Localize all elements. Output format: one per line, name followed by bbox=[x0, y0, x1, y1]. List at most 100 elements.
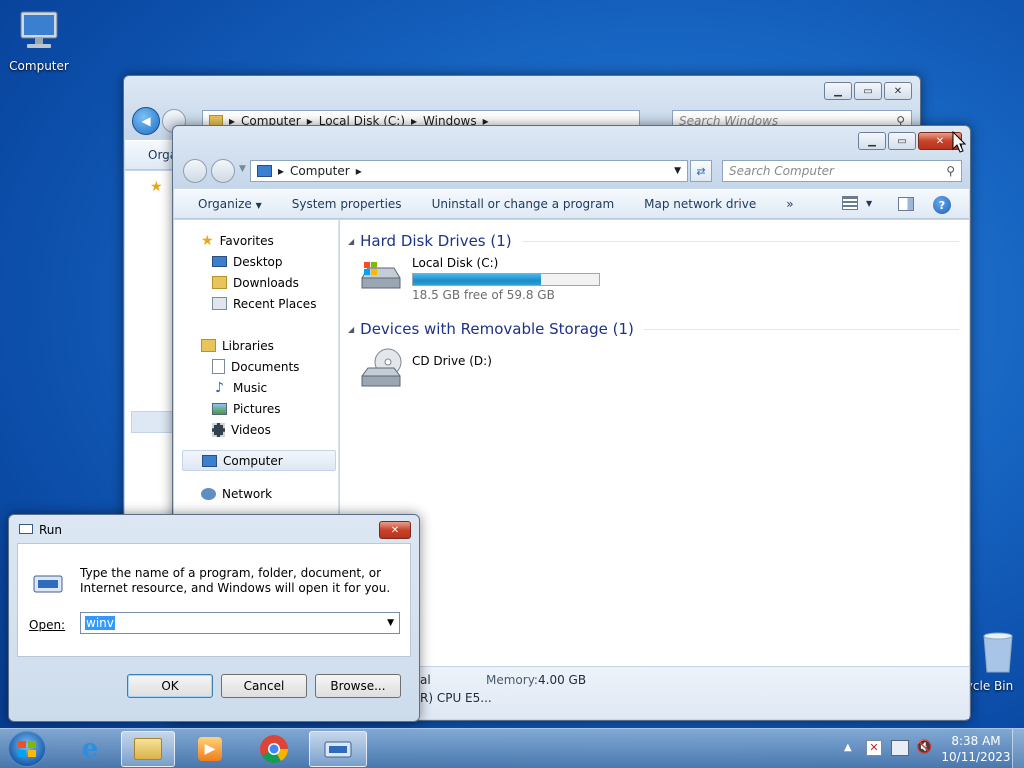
browse-button[interactable]: Browse... bbox=[315, 674, 401, 698]
nav-videos[interactable]: Videos bbox=[174, 419, 338, 440]
desktop-icon-computer[interactable]: Computer bbox=[4, 8, 74, 73]
run-close-button[interactable]: ✕ bbox=[379, 521, 411, 539]
drive-cd-d[interactable]: CD Drive (D:) bbox=[348, 346, 959, 395]
action-center-icon[interactable]: ✕ bbox=[866, 740, 882, 756]
refresh-button[interactable]: ⇄ bbox=[690, 160, 712, 182]
desktop-icon-computer-label: Computer bbox=[9, 59, 69, 73]
hard-drive-icon bbox=[358, 256, 404, 299]
run-description: Type the name of a program, folder, docu… bbox=[80, 566, 391, 595]
local-disk-name: Local Disk (C:) bbox=[412, 256, 499, 270]
run-body: Type the name of a program, folder, docu… bbox=[17, 543, 411, 657]
group-divider bbox=[643, 328, 959, 330]
run-title-icon bbox=[19, 524, 33, 534]
maximize-button[interactable]: ▭ bbox=[888, 132, 916, 150]
map-network-drive-button[interactable]: Map network drive bbox=[629, 197, 771, 211]
views-icon bbox=[842, 196, 858, 210]
uninstall-program-button[interactable]: Uninstall or change a program bbox=[417, 197, 630, 211]
open-combobox[interactable]: winv ▼ bbox=[80, 612, 400, 634]
nav-music[interactable]: ♪ Music bbox=[174, 377, 338, 398]
search-icon: ⚲ bbox=[946, 164, 955, 178]
forward-button[interactable] bbox=[211, 159, 235, 183]
breadcrumb-computer[interactable]: Computer bbox=[290, 164, 350, 178]
computer-icon bbox=[4, 8, 74, 57]
more-commands-button[interactable]: » bbox=[771, 197, 808, 211]
network-status-icon[interactable] bbox=[891, 740, 909, 756]
chrome-icon bbox=[260, 735, 288, 763]
memory-label: Memory: bbox=[486, 673, 538, 687]
ok-button[interactable]: OK bbox=[127, 674, 213, 698]
star-icon: ★ bbox=[150, 179, 163, 195]
clock[interactable]: 8:38 AM 10/11/2023 bbox=[938, 733, 1014, 765]
memory-value: 4.00 GB bbox=[538, 673, 587, 687]
nav-computer-label: Computer bbox=[223, 453, 283, 468]
recent-pages-icon[interactable]: ▼ bbox=[239, 164, 246, 174]
taskbar-run-dialog[interactable] bbox=[309, 731, 367, 767]
libraries-icon bbox=[201, 339, 216, 352]
help-icon: ? bbox=[938, 198, 946, 212]
start-button[interactable] bbox=[8, 731, 46, 767]
run-dialog[interactable]: Run ✕ Type the name of a program, folder… bbox=[8, 514, 420, 722]
nav-desktop[interactable]: Desktop bbox=[174, 251, 338, 272]
cd-drive-icon bbox=[358, 346, 404, 395]
volume-muted-icon[interactable]: 🔇 bbox=[916, 740, 932, 755]
recycle-bin-icon bbox=[972, 630, 1024, 677]
nav-network[interactable]: Network bbox=[174, 483, 338, 504]
preview-pane-button[interactable] bbox=[898, 197, 914, 211]
run-program-icon bbox=[324, 741, 352, 758]
nav-computer[interactable]: Computer bbox=[182, 450, 336, 471]
group-removable-label: Devices with Removable Storage (1) bbox=[360, 320, 634, 338]
back-nav-pane: ★ bbox=[125, 171, 175, 523]
nav-recent-places[interactable]: Recent Places bbox=[174, 293, 338, 314]
computer-nav-highlight[interactable] bbox=[131, 411, 174, 433]
nav-pictures[interactable]: Pictures bbox=[174, 398, 338, 419]
open-label: Open: bbox=[29, 618, 66, 632]
view-options-button[interactable]: ▼ bbox=[842, 196, 872, 210]
details-partial-top: al bbox=[420, 673, 431, 687]
group-header-removable-storage[interactable]: ◢ Devices with Removable Storage (1) bbox=[348, 318, 959, 340]
caption-buttons: ▁ ▭ ✕ bbox=[858, 132, 962, 150]
minimize-button[interactable]: ▁ bbox=[858, 132, 886, 150]
collapse-triangle-icon: ◢ bbox=[348, 324, 355, 334]
command-bar: Organize ▼ System properties Uninstall o… bbox=[174, 189, 969, 219]
breadcrumb-sep-icon: ▸ bbox=[278, 164, 285, 178]
music-icon: ♪ bbox=[215, 379, 224, 396]
taskbar-internet-explorer[interactable]: e bbox=[63, 731, 117, 767]
cd-drive-name: CD Drive (D:) bbox=[412, 354, 492, 368]
back-window-caption-buttons: ▁ ▭ ✕ bbox=[824, 82, 912, 100]
disk-usage-fill bbox=[413, 274, 542, 285]
minimize-button[interactable]: ▁ bbox=[824, 82, 852, 100]
taskbar-chrome[interactable] bbox=[247, 731, 301, 767]
mouse-cursor-icon bbox=[952, 130, 967, 156]
group-header-hard-disk-drives[interactable]: ◢ Hard Disk Drives (1) bbox=[348, 230, 959, 252]
system-properties-button[interactable]: System properties bbox=[277, 197, 417, 211]
desktop-icon bbox=[212, 256, 227, 267]
nav-libraries[interactable]: Libraries bbox=[174, 335, 338, 356]
search-box[interactable]: Search Computer ⚲ bbox=[722, 160, 962, 182]
drive-local-disk-c[interactable]: Local Disk (C:) 18.5 GB free of 59.8 GB bbox=[348, 256, 959, 312]
close-button[interactable]: ✕ bbox=[884, 82, 912, 100]
back-button[interactable]: ◀ bbox=[132, 107, 160, 135]
chevron-down-icon[interactable]: ▼ bbox=[387, 618, 394, 628]
cancel-button[interactable]: Cancel bbox=[221, 674, 307, 698]
nav-desktop-label: Desktop bbox=[233, 254, 283, 269]
taskbar-media-player[interactable]: ▶ bbox=[183, 731, 237, 767]
maximize-button[interactable]: ▭ bbox=[854, 82, 882, 100]
help-button[interactable]: ? bbox=[933, 196, 951, 214]
windows-logo-icon bbox=[18, 741, 36, 757]
address-dropdown-icon[interactable]: ▼ bbox=[674, 166, 681, 176]
nav-downloads-label: Downloads bbox=[233, 275, 299, 290]
nav-documents[interactable]: Documents bbox=[174, 356, 338, 377]
details-partial-bottom: R) CPU E5... bbox=[420, 691, 492, 705]
nav-network-label: Network bbox=[222, 486, 273, 501]
taskbar-windows-explorer[interactable] bbox=[121, 731, 175, 767]
show-desktop-button[interactable] bbox=[1012, 729, 1024, 768]
nav-favorites[interactable]: ★ Favorites bbox=[174, 230, 338, 251]
network-icon bbox=[201, 487, 216, 500]
organize-button[interactable]: Organize ▼ bbox=[174, 197, 277, 211]
address-bar[interactable]: ▸ Computer ▸ ▼ bbox=[250, 160, 688, 182]
open-input-value[interactable]: winv bbox=[85, 616, 115, 630]
back-button[interactable] bbox=[183, 159, 207, 183]
nav-downloads[interactable]: Downloads bbox=[174, 272, 338, 293]
show-hidden-icons-button[interactable]: ▲ bbox=[844, 742, 852, 753]
nav-documents-label: Documents bbox=[231, 359, 300, 374]
